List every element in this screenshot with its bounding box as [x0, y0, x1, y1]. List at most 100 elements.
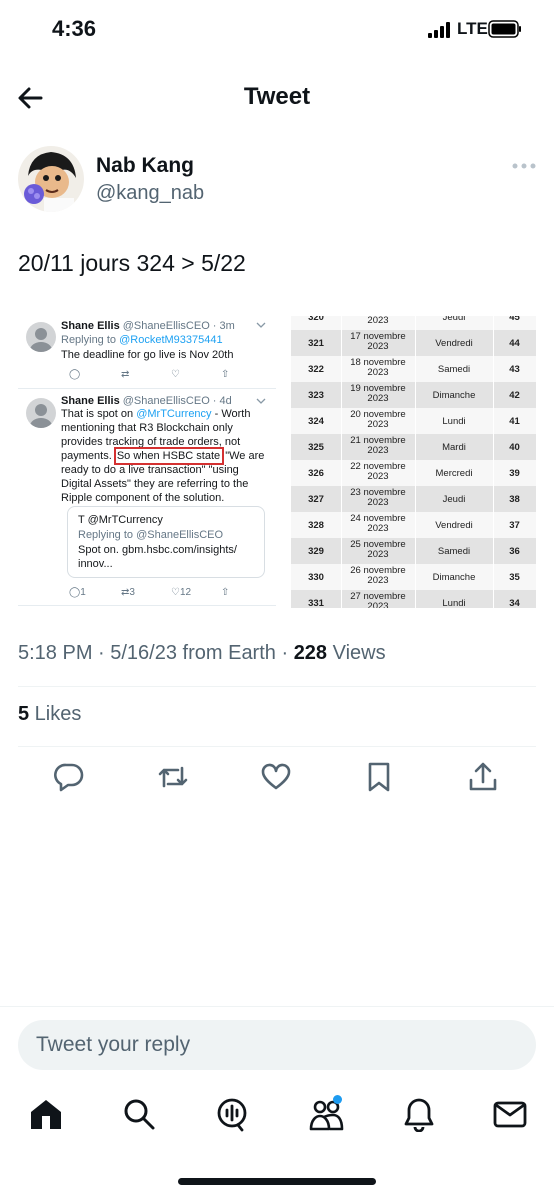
likes-label: Likes [29, 703, 82, 725]
reply-body-line: Ripple component of the solution. [61, 492, 225, 504]
table-cell-weekday: Dimanche [432, 390, 476, 401]
table-row: 331 Lundi 34 27 novembre 2023 [291, 590, 536, 608]
reply-body-line: That is spot on @MrTCurrency - Worth [61, 408, 251, 420]
tweet-author: Nab Kang @kang_nab [18, 146, 538, 216]
table-cell-weekday: Mercredi [435, 468, 473, 479]
likes-count: 5 [18, 703, 30, 725]
retweet-icon: ⇄ 3 [121, 587, 135, 598]
table-row: 324 Lundi 41 20 novembre 2023 [291, 408, 536, 434]
reply-box[interactable] [18, 1020, 536, 1070]
divider [0, 1006, 554, 1007]
top-nav: Tweet [0, 70, 554, 125]
ellipsis-icon[interactable] [512, 162, 536, 170]
chevron-down-icon [256, 322, 266, 328]
table-row: 320 Jeudi 45 16 novembre2023 [291, 316, 536, 330]
media-image-table[interactable]: 320 Jeudi 45 16 novembre2023 321 Vendredi 44 17… [291, 316, 536, 608]
table-cell-date: 16 novembre2023 [367, 316, 389, 326]
reply-actions: ◯ ⇄ ♡ ⇧ [61, 369, 261, 383]
reply-header: Shane Ellis @ShaneEllisCEO · 3m [61, 320, 235, 332]
tweet-actions [0, 760, 554, 796]
table-cell-remaining: 38 [509, 494, 520, 505]
table-cell-date: 27 novembre 2023 [350, 591, 406, 609]
table-cell-remaining: 44 [509, 338, 520, 349]
like-icon: ♡ 12 [171, 587, 192, 598]
media-image-replies[interactable]: Shane Ellis @ShaneEllisCEO · 3m Replying… [18, 310, 278, 610]
table-cell-remaining: 34 [509, 598, 520, 608]
spaces-icon[interactable] [214, 1096, 250, 1132]
table-cell-weekday: Samedi [437, 546, 471, 557]
like-icon: ♡ [171, 369, 180, 380]
table-cell-date: 18 novembre 2023 [350, 357, 406, 378]
like-icon[interactable] [259, 760, 293, 794]
table-row: 329 Samedi 36 25 novembre 2023 [291, 538, 536, 564]
table-cell-weekday: Jeudi [442, 316, 466, 323]
reply-replying: Replying to @RocketM93375441 [61, 334, 223, 346]
table-cell-weekday: Mardi [442, 442, 466, 453]
share-icon: ⇧ [221, 587, 230, 598]
table-cell-day: 328 [308, 520, 324, 531]
bookmark-icon[interactable] [362, 760, 396, 794]
table-cell-remaining: 35 [509, 572, 520, 583]
tweet-media[interactable]: Shane Ellis @ShaneEllisCEO · 3m Replying… [18, 310, 536, 610]
table-cell-day: 324 [308, 416, 324, 427]
table-row: 330 Dimanche 35 26 novembre 2023 [291, 564, 536, 590]
notifications-icon[interactable] [401, 1096, 437, 1132]
reply-header: Shane Ellis @ShaneEllisCEO · 4d [61, 395, 232, 407]
table-cell-weekday: Vendredi [435, 520, 473, 531]
quote-body: innov... [78, 558, 113, 570]
table-cell-weekday: Dimanche [432, 572, 476, 583]
table-cell-weekday: Vendredi [435, 338, 473, 349]
table-cell-remaining: 42 [509, 390, 520, 401]
divider [18, 686, 536, 687]
search-icon[interactable] [121, 1096, 157, 1132]
signal-icon [428, 22, 452, 38]
table-cell-day: 327 [308, 494, 324, 505]
divider [18, 746, 536, 747]
views-count[interactable]: 228 [294, 642, 327, 664]
messages-icon[interactable] [492, 1096, 528, 1132]
quote-body: Spot on. gbm.hsbc.com/insights/ [78, 544, 237, 556]
author-handle[interactable]: @kang_nab [96, 182, 204, 205]
reply-body-line: mentioning that R3 Blockchain only [61, 422, 233, 434]
table-cell-remaining: 40 [509, 442, 520, 453]
retweet-icon[interactable] [156, 760, 190, 794]
reply-icon: ◯ 1 [69, 587, 86, 598]
share-icon: ⇧ [221, 369, 230, 380]
home-icon[interactable] [28, 1096, 64, 1132]
table-row: 326 Mercredi 39 22 novembre 2023 [291, 460, 536, 486]
highlighted-phrase: So when HSBC state [113, 447, 225, 465]
table-cell-day: 330 [308, 572, 324, 583]
table-cell-day: 325 [308, 442, 324, 453]
quoted-tweet: T @MrTCurrency Replying to @ShaneEllisCE… [67, 506, 265, 578]
tweet-timestamp: 5:18 PM · 5/16/23 from Earth · [18, 642, 294, 664]
table-cell-day: 320 [308, 316, 324, 323]
table-cell-remaining: 41 [509, 416, 520, 427]
table-cell-remaining: 39 [509, 468, 520, 479]
table-cell-day: 331 [308, 598, 324, 608]
table-cell-date: 17 novembre 2023 [350, 331, 406, 352]
table-cell-date: 23 novembre 2023 [350, 487, 406, 508]
reply-body-line: Digital Assets" they are referring to th… [61, 478, 249, 490]
likes-stat[interactable]: 5 Likes [18, 703, 81, 726]
battery-icon [488, 20, 521, 38]
table-row: 323 Dimanche 42 19 novembre 2023 [291, 382, 536, 408]
reply-body-line: ready to do a live transaction" "using [61, 464, 239, 476]
reply-icon[interactable] [52, 760, 86, 794]
avatar[interactable] [18, 146, 84, 212]
author-name[interactable]: Nab Kang [96, 154, 194, 178]
reply-avatar [26, 322, 56, 352]
table-cell-date: 24 novembre 2023 [350, 513, 406, 534]
notification-dot [333, 1095, 342, 1104]
table-cell-day: 323 [308, 390, 324, 401]
table-cell-weekday: Lundi [442, 598, 466, 608]
reply-input[interactable] [36, 1020, 516, 1070]
table-row: 328 Vendredi 37 24 novembre 2023 [291, 512, 536, 538]
table-row: 327 Jeudi 38 23 novembre 2023 [291, 486, 536, 512]
table-cell-weekday: Samedi [437, 364, 471, 375]
table-cell-date: 19 novembre 2023 [350, 383, 406, 404]
views-label: Views [327, 642, 386, 664]
table-cell-remaining: 45 [509, 316, 520, 323]
status-time: 4:36 [52, 16, 97, 41]
share-icon[interactable] [466, 760, 500, 794]
tab-bar [0, 1096, 554, 1140]
